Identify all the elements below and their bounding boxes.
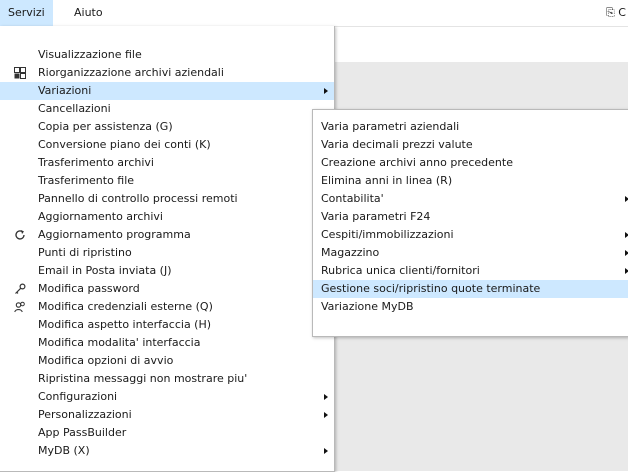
submenu-arrow-icon — [324, 88, 328, 94]
menu-item-variazioni[interactable]: Variazioni — [0, 82, 334, 100]
database-icon — [12, 64, 28, 82]
menu-item-label: Aggiornamento programma — [38, 228, 191, 241]
menu-item-label: Contabilita' — [321, 192, 384, 205]
menu-item-label: Trasferimento archivi — [38, 156, 154, 169]
menu-item-label: Email in Posta inviata (J) — [38, 264, 172, 277]
menu-item-copia-per-assistenza-g[interactable]: Copia per assistenza (G) — [0, 118, 334, 136]
menu-item-label: Modifica credenziali esterne (Q) — [38, 300, 213, 313]
menu-item-modifica-aspetto-interfaccia-h[interactable]: Modifica aspetto interfaccia (H) — [0, 316, 334, 334]
menu-item-label: Ripristina messaggi non mostrare piu' — [38, 372, 248, 385]
menu-item-modifica-password[interactable]: Modifica password — [0, 280, 334, 298]
menu-item-riorganizzazione-archivi-aziendali[interactable]: Riorganizzazione archivi aziendali — [0, 64, 334, 82]
users-icon — [12, 298, 28, 316]
menu-item-label: MyDB (X) — [38, 444, 90, 457]
menu-item-mydb-x[interactable]: MyDB (X) — [0, 442, 334, 460]
menu-item-label: App PassBuilder — [38, 426, 127, 439]
submenu-arrow-icon — [324, 394, 328, 400]
key-icon — [12, 280, 28, 298]
menu-item-aggiornamento-programma[interactable]: Aggiornamento programma — [0, 226, 334, 244]
menu-item-creazione-archivi-anno-precedente[interactable]: Creazione archivi anno precedente — [313, 154, 628, 172]
menu-item-trasferimento-file[interactable]: Trasferimento file — [0, 172, 334, 190]
menu-item-trasferimento-archivi[interactable]: Trasferimento archivi — [0, 154, 334, 172]
menu-item-punti-di-ripristino[interactable]: Punti di ripristino — [0, 244, 334, 262]
menu-item-label: Varia parametri F24 — [321, 210, 431, 223]
menu-item-conversione-piano-dei-conti-k[interactable]: Conversione piano dei conti (K) — [0, 136, 334, 154]
menu-item-label: Modifica modalita' interfaccia — [38, 336, 201, 349]
submenu-arrow-icon — [324, 448, 328, 454]
menu-item-label: Configurazioni — [38, 390, 118, 403]
menubar-aiuto[interactable]: Aiuto — [66, 0, 111, 26]
menu-item-varia-parametri-f24[interactable]: Varia parametri F24 — [313, 208, 628, 226]
menu-item-label: Punti di ripristino — [38, 246, 132, 259]
menu-item-configurazioni[interactable]: Configurazioni — [0, 388, 334, 406]
menu-item-visualizzazione-file[interactable]: Visualizzazione file — [0, 46, 334, 64]
menu-item-label: Modifica aspetto interfaccia (H) — [38, 318, 212, 331]
refresh-icon — [12, 226, 28, 244]
menu-item-label: Modifica password — [38, 282, 140, 295]
menu-item-label: Trasferimento file — [38, 174, 135, 187]
menu-item-label: Varia decimali prezzi valute — [321, 138, 473, 151]
menu-item-label: Conversione piano dei conti (K) — [38, 138, 211, 151]
menu-item-label: Creazione archivi anno precedente — [321, 156, 513, 169]
menu-item-varia-parametri-aziendali[interactable]: Varia parametri aziendali — [313, 118, 628, 136]
menu-bar: Servizi Aiuto ⎘ C — [0, 0, 628, 27]
menu-item-cancellazioni[interactable]: Cancellazioni — [0, 100, 334, 118]
menu-item-label: Varia parametri aziendali — [321, 120, 460, 133]
menubar-servizi[interactable]: Servizi — [0, 0, 53, 26]
menu-item-label: Variazioni — [38, 84, 92, 97]
menu-item-label: Cancellazioni — [38, 102, 111, 115]
menu-item-pannello-di-controllo-processi-remoti[interactable]: Pannello di controllo processi remoti — [0, 190, 334, 208]
menu-item-label: Gestione soci/ripristino quote terminate — [321, 282, 541, 295]
menu-item-personalizzazioni[interactable]: Personalizzazioni — [0, 406, 334, 424]
menu-item-label: Visualizzazione file — [38, 48, 142, 61]
menubar-right-control[interactable]: ⎘ C — [606, 0, 628, 26]
menu-item-modifica-credenziali-esterne-q[interactable]: Modifica credenziali esterne (Q) — [0, 298, 334, 316]
menu-item-app-passbuilder[interactable]: App PassBuilder — [0, 424, 334, 442]
menu-item-label: Cespiti/immobilizzazioni — [321, 228, 454, 241]
menu-item-aggiornamento-archivi[interactable]: Aggiornamento archivi — [0, 208, 334, 226]
menu-item-label: Elimina anni in linea (R) — [321, 174, 453, 187]
menu-item-label: Variazione MyDB — [321, 300, 414, 313]
menu-item-label: Riorganizzazione archivi aziendali — [38, 66, 224, 79]
menu-item-label: Personalizzazioni — [38, 408, 132, 421]
servizi-menu: Visualizzazione file Riorganizzazione arc… — [0, 26, 335, 472]
menu-item-contabilita[interactable]: Contabilita' — [313, 190, 628, 208]
menu-item-label: Copia per assistenza (G) — [38, 120, 173, 133]
variazioni-submenu: Varia parametri aziendali Varia decimali … — [312, 109, 628, 337]
menu-item-label: Rubrica unica clienti/fornitori — [321, 264, 480, 277]
menu-item-variazione-mydb[interactable]: Variazione MyDB — [313, 298, 628, 316]
submenu-arrow-icon — [324, 412, 328, 418]
menu-item-varia-decimali-prezzi-valute[interactable]: Varia decimali prezzi valute — [313, 136, 628, 154]
menu-item-magazzino[interactable]: Magazzino — [313, 244, 628, 262]
menu-item-ripristina-messaggi-non-mostrare-piu[interactable]: Ripristina messaggi non mostrare piu' — [0, 370, 334, 388]
menu-item-modifica-modalita-interfaccia[interactable]: Modifica modalita' interfaccia — [0, 334, 334, 352]
menu-item-label: Modifica opzioni di avvio — [38, 354, 174, 367]
menu-item-label: Aggiornamento archivi — [38, 210, 163, 223]
menu-item-label: Pannello di controllo processi remoti — [38, 192, 238, 205]
menu-item-elimina-anni-in-linea-r[interactable]: Elimina anni in linea (R) — [313, 172, 628, 190]
menu-item-modifica-opzioni-di-avvio[interactable]: Modifica opzioni di avvio — [0, 352, 334, 370]
menu-item-label: Magazzino — [321, 246, 380, 259]
menu-item-rubrica-unica-clienti-fornitori[interactable]: Rubrica unica clienti/fornitori — [313, 262, 628, 280]
menu-item-cespiti-immobilizzazioni[interactable]: Cespiti/immobilizzazioni — [313, 226, 628, 244]
menu-item-gestione-soci-ripristino-quote-terminate[interactable]: Gestione soci/ripristino quote terminate — [313, 280, 628, 298]
menu-item-email-in-posta-inviata-j[interactable]: Email in Posta inviata (J) — [0, 262, 334, 280]
